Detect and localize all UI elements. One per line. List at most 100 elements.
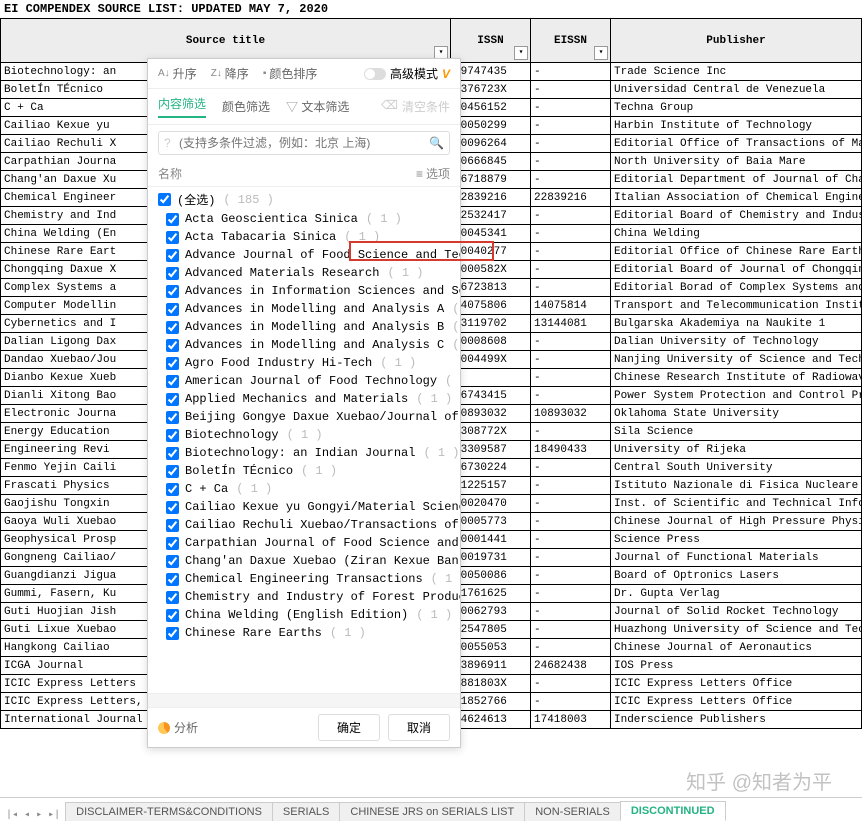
filter-dropdown-icon[interactable]: ▾	[594, 46, 608, 60]
filter-search-input[interactable]	[158, 131, 450, 155]
select-all-checkbox[interactable]	[158, 193, 171, 206]
sort-desc-button[interactable]: Z↓ 降序	[211, 65, 249, 82]
item-checkbox[interactable]	[166, 483, 179, 496]
filter-list-item[interactable]: Advances in Modelling and Analysis C( 1 …	[148, 336, 460, 354]
cell-publisher[interactable]: Transport and Telecommunication Institut…	[611, 297, 862, 315]
cell-issn[interactable]: 16723813	[451, 279, 531, 297]
cell-publisher[interactable]: Editorial Board of Chemistry and Industr…	[611, 207, 862, 225]
cell-issn[interactable]: 1881803X	[451, 675, 531, 693]
cell-issn[interactable]: 14624613	[451, 711, 531, 729]
col-publisher[interactable]: Publisher	[611, 19, 862, 63]
cell-issn[interactable]: 13309587	[451, 441, 531, 459]
cell-publisher[interactable]: ICIC Express Letters Office	[611, 675, 862, 693]
cell-issn[interactable]: 10005773	[451, 513, 531, 531]
item-checkbox[interactable]	[166, 231, 179, 244]
item-checkbox[interactable]	[166, 465, 179, 478]
item-checkbox[interactable]	[166, 591, 179, 604]
cell-eissn[interactable]: -	[531, 387, 611, 405]
cell-publisher[interactable]: Chinese Research Institute of Radiowave …	[611, 369, 862, 387]
filter-list-item[interactable]: Acta Geoscientica Sinica( 1 )	[148, 210, 460, 228]
cell-issn[interactable]: 09747435	[451, 63, 531, 81]
filter-list-item[interactable]: Advance Journal of Food Science and Tech…	[148, 246, 460, 264]
cell-issn[interactable]: 16743415	[451, 387, 531, 405]
cell-issn[interactable]: 11225157	[451, 477, 531, 495]
item-checkbox[interactable]	[166, 321, 179, 334]
cell-eissn[interactable]: 13144081	[531, 315, 611, 333]
cell-publisher[interactable]: Inderscience Publishers	[611, 711, 862, 729]
nav-first-icon[interactable]: |◂	[4, 809, 20, 821]
filter-list-item[interactable]: Cailiao Kexue yu Gongyi/Material Science…	[148, 498, 460, 516]
sort-asc-button[interactable]: A↓ 升序	[158, 65, 197, 82]
cell-eissn[interactable]: -	[531, 369, 611, 387]
item-checkbox[interactable]	[166, 285, 179, 298]
cell-publisher[interactable]: Science Press	[611, 531, 862, 549]
cell-publisher[interactable]: Trade Science Inc	[611, 63, 862, 81]
cell-eissn[interactable]: -	[531, 675, 611, 693]
cell-eissn[interactable]: -	[531, 531, 611, 549]
cell-publisher[interactable]: Bulgarska Akademiya na Naukite 1	[611, 315, 862, 333]
item-checkbox[interactable]	[166, 429, 179, 442]
nav-next-icon[interactable]: ▸	[34, 809, 44, 821]
cell-publisher[interactable]: Dalian University of Technology	[611, 333, 862, 351]
cell-issn[interactable]: 20666845	[451, 153, 531, 171]
cell-issn[interactable]: 00456152	[451, 99, 531, 117]
item-checkbox[interactable]	[166, 555, 179, 568]
item-checkbox[interactable]	[166, 573, 179, 586]
cell-issn[interactable]: 10001441	[451, 531, 531, 549]
filter-list-item[interactable]: Biotechnology( 1 )	[148, 426, 460, 444]
cell-eissn[interactable]: -	[531, 207, 611, 225]
item-checkbox[interactable]	[166, 393, 179, 406]
cell-eissn[interactable]: -	[531, 603, 611, 621]
filter-dropdown-icon[interactable]: ▾	[514, 46, 528, 60]
cell-publisher[interactable]: Chinese Journal of Aeronautics	[611, 639, 862, 657]
cell-publisher[interactable]: IOS Press	[611, 657, 862, 675]
item-checkbox[interactable]	[166, 519, 179, 532]
sort-color-button[interactable]: ▪ 颜色排序	[263, 65, 318, 82]
cell-eissn[interactable]: -	[531, 459, 611, 477]
cell-issn[interactable]: 10096264	[451, 135, 531, 153]
cell-issn[interactable]: 10055053	[451, 639, 531, 657]
item-checkbox[interactable]	[166, 249, 179, 262]
cell-issn[interactable]: 13896911	[451, 657, 531, 675]
cell-issn[interactable]: 02547805	[451, 621, 531, 639]
select-all-item[interactable]: (全选) ( 185 )	[148, 189, 460, 210]
filter-list-item[interactable]: Advances in Modelling and Analysis B( 1 …	[148, 318, 460, 336]
cell-issn[interactable]: 1004499X	[451, 351, 531, 369]
cell-publisher[interactable]: Universidad Central de Venezuela	[611, 81, 862, 99]
item-checkbox[interactable]	[166, 267, 179, 280]
sheet-tab-disclaimer[interactable]: DISCLAIMER-TERMS&CONDITIONS	[65, 802, 273, 821]
cell-issn[interactable]: 10040277	[451, 243, 531, 261]
cell-eissn[interactable]: -	[531, 549, 611, 567]
cell-eissn[interactable]: 17418003	[531, 711, 611, 729]
options-button[interactable]: ≡ 选项	[416, 165, 450, 182]
cell-publisher[interactable]: Italian Association of Chemical Engineer…	[611, 189, 862, 207]
item-checkbox[interactable]	[166, 213, 179, 226]
cell-publisher[interactable]: Techna Group	[611, 99, 862, 117]
cell-eissn[interactable]: -	[531, 693, 611, 711]
cell-issn[interactable]: 22839216	[451, 189, 531, 207]
col-source-title[interactable]: Source title ▾	[1, 19, 451, 63]
cell-publisher[interactable]: Board of Optronics Lasers	[611, 567, 862, 585]
filter-list-item[interactable]: Chinese Rare Earths( 1 )	[148, 624, 460, 642]
analyze-button[interactable]: 分析	[158, 719, 198, 736]
cell-issn[interactable]: 1308772X	[451, 423, 531, 441]
cell-issn[interactable]: 10020470	[451, 495, 531, 513]
cell-eissn[interactable]: -	[531, 81, 611, 99]
col-issn[interactable]: ISSN ▾	[451, 19, 531, 63]
cell-eissn[interactable]: -	[531, 243, 611, 261]
filter-list-item[interactable]: Advanced Materials Research( 1 )	[148, 264, 460, 282]
cell-issn[interactable]: -	[451, 369, 531, 387]
cell-issn[interactable]: 10050086	[451, 567, 531, 585]
item-checkbox[interactable]	[166, 501, 179, 514]
filter-list-item[interactable]: American Journal of Food Technology( 1 )	[148, 372, 460, 390]
cell-publisher[interactable]: Nanjing University of Science and Techno…	[611, 351, 862, 369]
cell-eissn[interactable]: -	[531, 117, 611, 135]
cell-eissn[interactable]: -	[531, 63, 611, 81]
cell-eissn[interactable]: 22839216	[531, 189, 611, 207]
cell-eissn[interactable]: -	[531, 495, 611, 513]
item-checkbox[interactable]	[166, 357, 179, 370]
cell-eissn[interactable]: -	[531, 513, 611, 531]
cell-publisher[interactable]: China Welding	[611, 225, 862, 243]
cell-publisher[interactable]: Editorial Board of Journal of Chongqing …	[611, 261, 862, 279]
cell-publisher[interactable]: North University of Baia Mare	[611, 153, 862, 171]
